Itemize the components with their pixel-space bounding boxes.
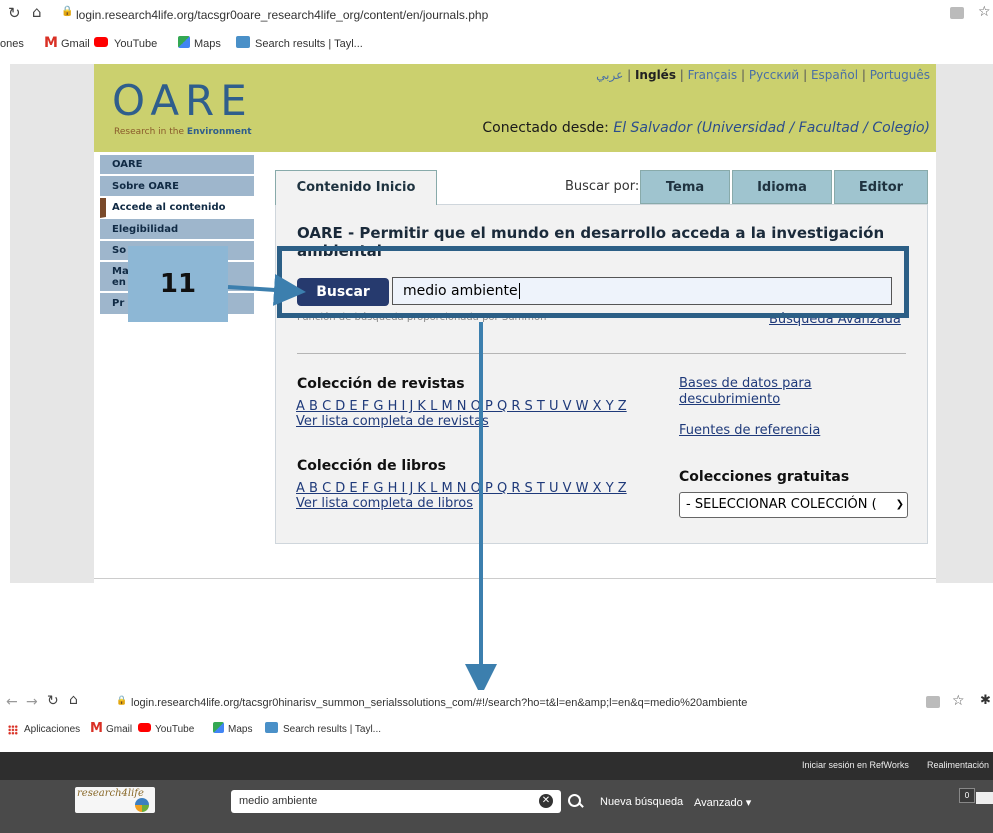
translate-icon[interactable] xyxy=(926,696,940,708)
apps-grid-icon[interactable] xyxy=(8,725,18,735)
back-icon[interactable]: ← xyxy=(6,694,18,710)
search-icon-handle xyxy=(578,802,584,808)
summon-searchbar: research4life medio ambiente ✕ Nueva bús… xyxy=(0,780,993,833)
summon-search-button[interactable] xyxy=(563,790,587,813)
new-search-link[interactable]: Nueva búsqueda xyxy=(600,796,683,808)
gmail-icon: M xyxy=(90,721,103,736)
summon-topbar: Iniciar sesión en RefWorks Realimentació… xyxy=(0,752,993,780)
bookmark-search-results[interactable]: Search results | Tayl... xyxy=(283,724,381,735)
clear-icon[interactable]: ✕ xyxy=(539,794,553,808)
bookmark-apps[interactable]: Aplicaciones xyxy=(24,724,80,735)
bookmark-gmail[interactable]: Gmail xyxy=(106,724,132,735)
lock-icon: 🔒 xyxy=(116,696,128,706)
globe-icon xyxy=(135,798,149,812)
refworks-link[interactable]: Iniciar sesión en RefWorks xyxy=(802,760,909,770)
maps-icon xyxy=(213,722,224,733)
bookmark-youtube[interactable]: YouTube xyxy=(155,724,194,735)
star-icon[interactable]: ☆ xyxy=(952,693,965,709)
summon-search-value: medio ambiente xyxy=(239,795,318,807)
forward-icon[interactable]: → xyxy=(26,694,38,710)
address-bar-url[interactable]: login.research4life.org/tacsgr0hinarisv_… xyxy=(131,697,747,709)
research4life-logo[interactable]: research4life xyxy=(75,787,155,813)
summon-search-input[interactable]: medio ambiente ✕ xyxy=(231,790,561,813)
advanced-link[interactable]: Avanzado ▾ xyxy=(694,796,751,809)
reload-icon[interactable]: ↻ xyxy=(47,693,59,709)
home-icon[interactable]: ⌂ xyxy=(69,692,78,708)
logo-text: research4life xyxy=(77,788,144,799)
saved-counter[interactable]: 0 xyxy=(959,788,975,803)
folder-icon[interactable] xyxy=(976,792,993,804)
advanced-label: Avanzado xyxy=(694,797,743,809)
youtube-icon xyxy=(138,723,151,732)
feedback-link[interactable]: Realimentación xyxy=(927,760,989,770)
bottom-browser-chrome: ← → ↻ ⌂ 🔒 login.research4life.org/tacsgr… xyxy=(0,690,993,750)
arrow-to-search-button xyxy=(227,274,306,306)
pin-icon[interactable]: ✱ xyxy=(980,693,991,708)
bookmark-maps[interactable]: Maps xyxy=(228,724,252,735)
search-results-icon xyxy=(265,722,278,733)
